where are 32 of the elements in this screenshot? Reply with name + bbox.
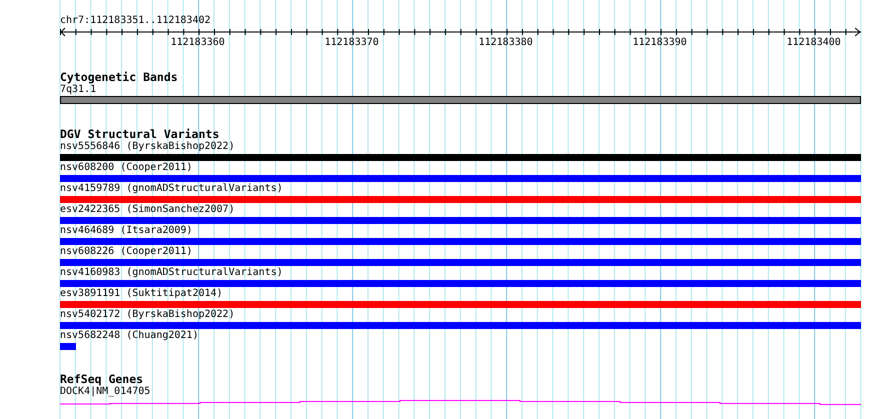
- variant-bar[interactable]: [60, 259, 861, 266]
- variant-label: nsv464689 (Itsara2009): [60, 225, 194, 237]
- tick-label: 112183390: [632, 37, 687, 49]
- tick-label: 112183370: [324, 37, 379, 49]
- variant-bar[interactable]: [60, 343, 76, 350]
- variant-bar[interactable]: [60, 238, 861, 245]
- gene-label: DOCK4|NM_014705: [60, 386, 152, 398]
- variant-bar[interactable]: [60, 196, 861, 203]
- variant-label: nsv4160983 (gnomADStructuralVariants): [60, 267, 284, 279]
- gene-line[interactable]: [60, 400, 861, 405]
- variant-label: nsv5682248 (Chuang2021): [60, 330, 200, 342]
- track-title: DGV Structural Variants: [60, 128, 220, 141]
- track-title: Cytogenetic Bands: [60, 71, 179, 84]
- variant-label: nsv4159789 (gnomADStructuralVariants): [60, 183, 284, 195]
- variant-bar[interactable]: [60, 217, 861, 224]
- variant-label: nsv5402172 (ByrskaBishop2022): [60, 309, 236, 321]
- band-label: 7q31.1: [60, 84, 98, 96]
- variant-bar[interactable]: [60, 322, 861, 329]
- variant-bar[interactable]: [60, 175, 861, 182]
- variant-bar[interactable]: [60, 280, 861, 287]
- variant-label: nsv608226 (Cooper2011): [60, 246, 194, 258]
- tick-label: 112183380: [478, 37, 533, 49]
- variant-label: esv3891191 (Suktitipat2014): [60, 288, 224, 300]
- variant-label: nsv5556846 (ByrskaBishop2022): [60, 141, 236, 153]
- track-title: RefSeq Genes: [60, 373, 144, 386]
- variant-bar[interactable]: [60, 154, 861, 161]
- variant-bar[interactable]: [60, 301, 861, 308]
- tick-label: 112183400: [786, 37, 841, 49]
- tick-label: 112183360: [170, 37, 225, 49]
- region-label: chr7:112183351..112183402: [60, 15, 212, 27]
- variant-label: nsv608200 (Cooper2011): [60, 162, 194, 174]
- variant-label: esv2422365 (SimonSanchez2007): [60, 204, 236, 216]
